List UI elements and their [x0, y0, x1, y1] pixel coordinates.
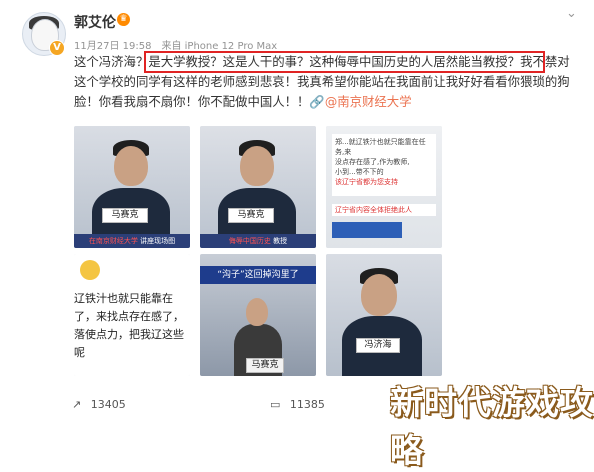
chat-screenshot: 郑...就辽铁汁也就只能靠在任务,来 没点存在感了,作为教师, 小到...带不下…	[332, 134, 436, 196]
namecard: 马赛克	[102, 208, 148, 223]
comment-count: 11385	[289, 398, 325, 411]
namecard: 冯济海	[356, 338, 400, 353]
repost-button[interactable]: ↗ 13405	[72, 398, 126, 411]
highlight-box	[144, 51, 545, 73]
blue-banner	[332, 222, 402, 238]
post-image-2[interactable]: 马赛克 侮辱中国历史 教授	[200, 126, 316, 248]
namecard: 马赛克	[246, 358, 284, 373]
namecard: 马赛克	[228, 208, 274, 223]
comment-icon: ▭	[270, 398, 281, 411]
post-image-5[interactable]: “沟子”这回掉沟里了 马赛克	[200, 254, 316, 376]
post-meta: 11月27日 19:58 来自 iPhone 12 Pro Max	[74, 37, 287, 52]
avatar	[80, 260, 100, 280]
post-image-6[interactable]: 冯济海	[326, 254, 442, 376]
repost-count: 13405	[90, 398, 126, 411]
post-image-1[interactable]: 马赛克 在南京财经大学 讲座现场图	[74, 126, 190, 248]
image-caption: 在南京财经大学 讲座现场图	[74, 234, 190, 248]
verified-badge-icon: V	[49, 40, 65, 56]
comment-button[interactable]: ▭ 11385	[270, 398, 325, 411]
post-text-start: 这个冯济海？	[74, 54, 149, 69]
link-icon: 🔗	[309, 94, 325, 109]
watermark: 新时代游戏攻略	[390, 383, 594, 470]
post-timestamp[interactable]: 11月27日 19:58	[74, 41, 151, 52]
share-icon: ↗	[72, 398, 82, 411]
chevron-down-icon[interactable]: ⌄	[566, 6, 577, 21]
username[interactable]: 郭艾伦	[74, 12, 116, 32]
mention-link[interactable]: 🔗@南京财经大学	[309, 94, 411, 109]
chat-red-line: 辽宁省内容全体拒绝此人	[332, 204, 436, 216]
comment-text: 辽铁汁也就只能靠在 了，来找点存在感了， 落使点力，把我辽这些 呢	[74, 292, 184, 359]
image-banner: “沟子”这回掉沟里了	[200, 266, 316, 284]
post-image-4[interactable]: 辽铁汁也就只能靠在 了，来找点存在感了， 落使点力，把我辽这些 呢	[74, 254, 190, 376]
crown-icon: ♛	[117, 13, 130, 26]
image-caption: 侮辱中国历史 教授	[200, 234, 316, 248]
post-image-3[interactable]: 郑...就辽铁汁也就只能靠在任务,来 没点存在感了,作为教师, 小到...带不下…	[326, 126, 442, 248]
